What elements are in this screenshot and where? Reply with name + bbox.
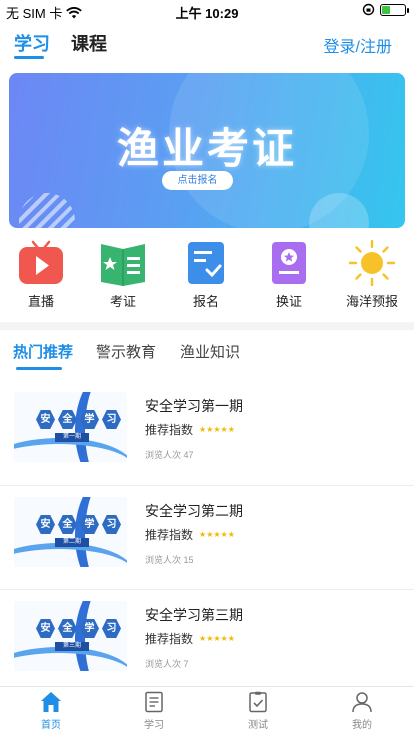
bottom-nav-label: 测试 — [248, 720, 268, 731]
menu-item-live[interactable]: 直播 — [1, 240, 81, 310]
active-tab-indicator — [14, 56, 44, 59]
category-tabs: 热门推荐 警示教育 渔业知识 — [0, 332, 414, 370]
course-views: 浏览人次 47 — [145, 450, 194, 460]
bottom-nav-label: 首页 — [41, 720, 61, 731]
thumbnail-char: 学 — [80, 410, 99, 429]
menu-label: 海洋预报 — [345, 294, 398, 309]
course-thumbnail: 安 全 学 习 第二期 — [14, 497, 127, 567]
tab-courses[interactable]: 课程 — [71, 30, 107, 56]
document-icon — [143, 691, 165, 713]
course-title: 安全学习第一期 — [145, 398, 243, 414]
thumbnail-char: 习 — [102, 410, 121, 429]
course-views: 浏览人次 15 — [145, 555, 194, 565]
list-divider — [0, 589, 414, 590]
rating-label: 推荐指数 — [145, 632, 194, 646]
menu-item-ocean-forecast[interactable]: 海洋预报 — [332, 239, 412, 310]
banner-title: 渔业考证 — [116, 125, 297, 172]
course-views: 浏览人次 7 — [145, 659, 189, 669]
home-icon — [40, 691, 62, 713]
test-icon — [247, 691, 269, 713]
course-thumbnail: 安 全 学 习 第三期 — [14, 601, 127, 671]
list-divider — [0, 485, 414, 486]
tab-study[interactable]: 学习 — [14, 30, 50, 56]
thumbnail-title: 安 全 学 习 — [36, 515, 121, 534]
status-right — [362, 3, 409, 16]
rotation-lock-icon — [362, 3, 375, 16]
certificate-icon — [266, 240, 312, 286]
course-rating: 推荐指数 ★★★★★ — [145, 630, 235, 647]
thumbnail-char: 学 — [80, 619, 99, 638]
category-tab-indicator — [16, 367, 62, 370]
bottom-nav-study[interactable]: 学习 — [114, 691, 194, 731]
menu-item-renew-certificate[interactable]: 换证 — [249, 240, 329, 310]
section-divider — [0, 322, 414, 330]
course-title: 安全学习第三期 — [145, 607, 243, 623]
checklist-icon — [183, 240, 229, 286]
star-rating-icon: ★★★★★ — [199, 425, 235, 434]
book-icon — [100, 240, 146, 286]
thumbnail-char: 安 — [36, 619, 55, 638]
banner-stripes — [19, 193, 75, 228]
star-rating-icon: ★★★★★ — [199, 634, 235, 643]
thumbnail-period: 第二期 — [55, 538, 89, 547]
rating-label: 推荐指数 — [145, 528, 194, 542]
tab-warning-education[interactable]: 警示教育 — [96, 341, 156, 362]
thumbnail-char: 习 — [102, 619, 121, 638]
promo-banner[interactable]: 渔业考证 点击报名 — [9, 73, 405, 228]
course-title: 安全学习第二期 — [145, 503, 243, 519]
bottom-nav-profile[interactable]: 我的 — [322, 691, 402, 731]
quick-menu: 直播 考证 报名 换证 海洋预报 — [0, 239, 414, 312]
battery-level — [382, 5, 390, 14]
rating-label: 推荐指数 — [145, 423, 194, 437]
menu-item-certificate-exam[interactable]: 考证 — [83, 240, 163, 310]
tv-play-icon — [18, 240, 64, 286]
course-rating: 推荐指数 ★★★★★ — [145, 526, 235, 543]
tab-hot-recommend[interactable]: 热门推荐 — [13, 341, 73, 362]
course-rating: 推荐指数 ★★★★★ — [145, 421, 235, 438]
thumbnail-char: 全 — [58, 410, 77, 429]
menu-label: 直播 — [27, 294, 54, 309]
thumbnail-char: 安 — [36, 410, 55, 429]
thumbnail-char: 学 — [80, 515, 99, 534]
battery-icon — [380, 3, 409, 16]
menu-label: 考证 — [109, 294, 136, 309]
bottom-nav: 首页 学习 测试 我的 — [0, 686, 414, 736]
menu-label: 换证 — [275, 294, 302, 309]
thumbnail-title: 安 全 学 习 — [36, 619, 121, 638]
course-thumbnail: 安 全 学 习 第一期 — [14, 392, 127, 462]
bottom-nav-home[interactable]: 首页 — [11, 691, 91, 731]
thumbnail-period: 第一期 — [55, 433, 89, 442]
profile-icon — [351, 691, 373, 713]
thumbnail-title: 安 全 学 习 — [36, 410, 121, 429]
login-register-link[interactable]: 登录/注册 — [324, 33, 392, 57]
bottom-nav-test[interactable]: 测试 — [218, 691, 298, 731]
sun-icon — [348, 239, 396, 287]
status-bar: 无 SIM 卡 上午 10:29 — [0, 0, 414, 22]
star-rating-icon: ★★★★★ — [199, 530, 235, 539]
thumbnail-char: 习 — [102, 515, 121, 534]
thumbnail-char: 安 — [36, 515, 55, 534]
course-list-item[interactable]: 安 全 学 习 第二期 安全学习第二期 推荐指数 ★★★★★ 浏览人次 15 — [0, 489, 414, 593]
enroll-button[interactable]: 点击报名 — [162, 171, 233, 190]
thumbnail-period: 第三期 — [55, 642, 89, 651]
menu-label: 报名 — [192, 294, 219, 309]
course-list-item[interactable]: 安 全 学 习 第三期 安全学习第三期 推荐指数 ★★★★★ 浏览人次 7 — [0, 593, 414, 697]
bottom-nav-label: 学习 — [144, 720, 164, 731]
thumbnail-char: 全 — [58, 515, 77, 534]
tab-fishery-knowledge[interactable]: 渔业知识 — [180, 341, 240, 362]
top-nav: 学习 课程 登录/注册 — [0, 24, 414, 64]
bottom-nav-label: 我的 — [352, 720, 372, 731]
status-time: 上午 10:29 — [175, 6, 239, 21]
menu-item-register[interactable]: 报名 — [166, 240, 246, 310]
course-list-item[interactable]: 安 全 学 习 第一期 安全学习第一期 推荐指数 ★★★★★ 浏览人次 47 — [0, 384, 414, 488]
thumbnail-char: 全 — [58, 619, 77, 638]
